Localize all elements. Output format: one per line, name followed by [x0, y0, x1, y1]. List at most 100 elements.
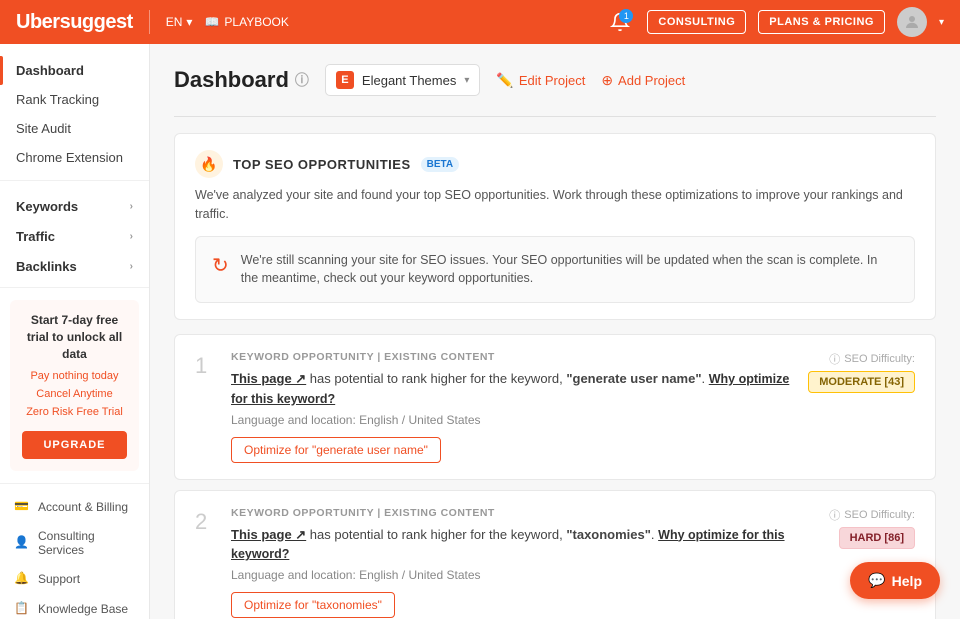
- project-name: Elegant Themes: [362, 73, 456, 88]
- keyword-card-2: 2 KEYWORD OPPORTUNITY | EXISTING CONTENT…: [174, 490, 936, 619]
- sidebar-divider-2: [0, 287, 149, 288]
- sidebar-item-site-audit[interactable]: Site Audit: [0, 114, 149, 143]
- kw-content-1: KEYWORD OPPORTUNITY | EXISTING CONTENT T…: [231, 351, 792, 463]
- upgrade-line1: Pay nothing today: [22, 368, 127, 386]
- project-favicon: E: [336, 71, 354, 89]
- title-info-icon[interactable]: ⓘ: [295, 70, 309, 90]
- kw-diff-badge-1: MODERATE [43]: [808, 371, 915, 393]
- upgrade-box: Start 7-day free trial to unlock all dat…: [10, 300, 139, 471]
- opp-title: TOP SEO OPPORTUNITIES: [233, 157, 411, 172]
- keyword-cards: 1 KEYWORD OPPORTUNITY | EXISTING CONTENT…: [174, 334, 936, 619]
- plans-pricing-button[interactable]: PLANS & PRICING: [758, 10, 885, 34]
- kw-why-link-1[interactable]: Why optimize for this keyword?: [231, 372, 789, 406]
- sidebar-item-chrome-extension[interactable]: Chrome Extension: [0, 143, 149, 172]
- sidebar-item-knowledge-base-label: Knowledge Base: [38, 602, 128, 616]
- header-divider: [149, 10, 150, 34]
- avatar-chevron[interactable]: ▾: [939, 17, 944, 28]
- kw-type-2: KEYWORD OPPORTUNITY | EXISTING CONTENT: [231, 507, 799, 519]
- project-selector[interactable]: E Elegant Themes ▾: [325, 64, 480, 96]
- account-billing-icon: 💳: [14, 499, 30, 515]
- sidebar-item-dashboard-label: Dashboard: [16, 63, 84, 78]
- sidebar-item-knowledge-base[interactable]: 📋 Knowledge Base: [0, 594, 149, 619]
- logo: Ubersuggest: [16, 11, 133, 34]
- help-button[interactable]: 💬 Help: [850, 562, 940, 599]
- sidebar-item-support-label: Support: [38, 572, 80, 586]
- kw-lang-2: Language and location: English / United …: [231, 568, 799, 582]
- support-icon: 🔔: [14, 571, 30, 587]
- consulting-services-icon: 👤: [14, 535, 30, 551]
- help-label: Help: [892, 573, 922, 589]
- sidebar-item-chrome-extension-label: Chrome Extension: [16, 150, 123, 165]
- sidebar-bottom-nav: 💳 Account & Billing 👤 Consulting Service…: [0, 492, 149, 619]
- sidebar-item-consulting-services-label: Consulting Services: [38, 529, 135, 557]
- sidebar-main-nav: Dashboard Rank Tracking Site Audit Chrom…: [0, 56, 149, 172]
- add-project-button[interactable]: ⊕ Add Project: [601, 72, 685, 89]
- keywords-chevron-icon: ›: [130, 201, 133, 212]
- help-chat-icon: 💬: [868, 572, 885, 589]
- opportunities-section: 🔥 TOP SEO OPPORTUNITIES BETA We've analy…: [174, 133, 936, 320]
- knowledge-base-icon: 📋: [14, 601, 30, 617]
- app-header: Ubersuggest EN ▾ 📖 PLAYBOOK 1 CONSULTING…: [0, 0, 960, 44]
- keyword-card-1: 1 KEYWORD OPPORTUNITY | EXISTING CONTENT…: [174, 334, 936, 480]
- consulting-button[interactable]: CONSULTING: [647, 10, 746, 34]
- playbook-label: PLAYBOOK: [224, 15, 288, 29]
- sidebar-item-rank-tracking[interactable]: Rank Tracking: [0, 85, 149, 114]
- page-title: Dashboard ⓘ: [174, 67, 309, 93]
- sidebar-active-indicator: [0, 56, 3, 85]
- traffic-chevron-icon: ›: [130, 231, 133, 242]
- edit-project-button[interactable]: ✏️ Edit Project: [496, 72, 585, 89]
- kw-desc-1: This page ↗ has potential to rank higher…: [231, 369, 792, 409]
- opp-description: We've analyzed your site and found your …: [195, 186, 915, 224]
- kw-optimize-btn-2[interactable]: Optimize for "taxonomies": [231, 592, 395, 618]
- dashboard-header: Dashboard ⓘ E Elegant Themes ▾ ✏️ Edit P…: [174, 64, 936, 96]
- sidebar-group-traffic[interactable]: Traffic ›: [0, 219, 149, 249]
- sidebar-item-rank-tracking-label: Rank Tracking: [16, 92, 99, 107]
- edit-icon: ✏️: [496, 72, 513, 89]
- content-divider: [174, 116, 936, 117]
- notifications-bell[interactable]: 1: [605, 7, 635, 37]
- sidebar-item-site-audit-label: Site Audit: [16, 121, 71, 136]
- notification-badge: 1: [619, 9, 633, 23]
- sidebar-item-consulting-services[interactable]: 👤 Consulting Services: [0, 522, 149, 564]
- sidebar-group-backlinks-label: Backlinks: [16, 259, 77, 274]
- scanning-notice: ↻ We're still scanning your site for SEO…: [195, 236, 915, 304]
- kw-keyword-2: "taxonomies": [566, 527, 651, 542]
- add-icon: ⊕: [601, 72, 613, 89]
- main-layout: Dashboard Rank Tracking Site Audit Chrom…: [0, 44, 960, 619]
- scan-icon: ↻: [212, 253, 229, 278]
- kw-keyword-1: "generate user name": [566, 371, 701, 386]
- kw-diff-label-1: ⓘ SEO Difficulty:: [808, 351, 915, 367]
- language-label: EN: [166, 15, 183, 29]
- kw-diff-badge-2: HARD [86]: [839, 527, 915, 549]
- sidebar-item-dashboard[interactable]: Dashboard: [0, 56, 149, 85]
- sidebar-group-keywords[interactable]: Keywords ›: [0, 189, 149, 219]
- opp-header: 🔥 TOP SEO OPPORTUNITIES BETA: [195, 150, 915, 178]
- kw-this-page-link-2[interactable]: This page ↗: [231, 527, 306, 542]
- kw-this-page-link-1[interactable]: This page ↗: [231, 371, 306, 386]
- kw-desc-2: This page ↗ has potential to rank higher…: [231, 525, 799, 565]
- upgrade-button[interactable]: UPGRADE: [22, 431, 127, 459]
- kw-why-link-2[interactable]: Why optimize for this keyword?: [231, 528, 785, 562]
- kw-optimize-btn-1[interactable]: Optimize for "generate user name": [231, 437, 441, 463]
- project-dropdown-chevron: ▾: [464, 75, 469, 86]
- backlinks-chevron-icon: ›: [130, 261, 133, 272]
- user-avatar[interactable]: [897, 7, 927, 37]
- sidebar-item-dashboard-wrapper: Dashboard: [0, 56, 149, 85]
- playbook-link[interactable]: 📖 PLAYBOOK: [204, 15, 288, 29]
- scan-text: We're still scanning your site for SEO i…: [241, 251, 898, 289]
- sidebar-item-account-billing[interactable]: 💳 Account & Billing: [0, 492, 149, 522]
- kw-number-2: 2: [195, 509, 215, 535]
- kw-type-1: KEYWORD OPPORTUNITY | EXISTING CONTENT: [231, 351, 792, 363]
- beta-badge: BETA: [421, 157, 459, 172]
- sidebar-item-support[interactable]: 🔔 Support: [0, 564, 149, 594]
- kw-lang-1: Language and location: English / United …: [231, 413, 792, 427]
- kw-content-2: KEYWORD OPPORTUNITY | EXISTING CONTENT T…: [231, 507, 799, 619]
- sidebar-divider-3: [0, 483, 149, 484]
- language-chevron: ▾: [186, 15, 192, 29]
- avatar-icon: [903, 13, 921, 31]
- language-selector[interactable]: EN ▾: [166, 15, 193, 29]
- sidebar-divider-1: [0, 180, 149, 181]
- sidebar-group-traffic-label: Traffic: [16, 229, 55, 244]
- sidebar-group-backlinks[interactable]: Backlinks ›: [0, 249, 149, 279]
- sidebar-group-keywords-label: Keywords: [16, 199, 78, 214]
